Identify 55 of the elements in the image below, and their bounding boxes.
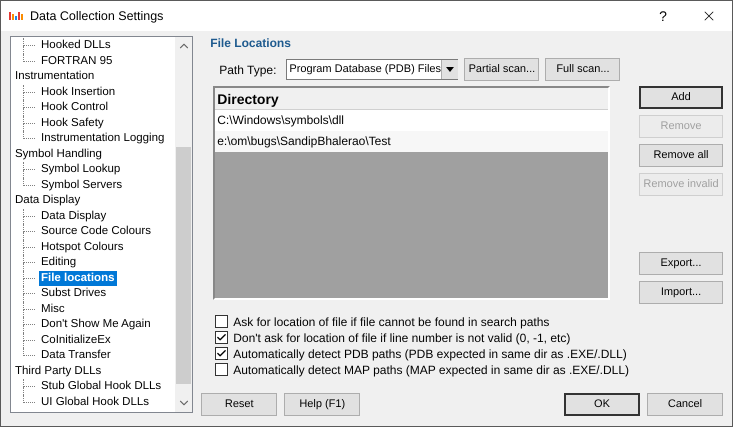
scan-button[interactable]: Partial scan... xyxy=(464,58,540,81)
tree-item[interactable]: Hook Safety xyxy=(39,116,106,131)
file-button[interactable]: Import... xyxy=(639,281,723,304)
option-label: Ask for location of file if file cannot be found in search paths xyxy=(233,314,550,330)
tree-item[interactable]: Hook Insertion xyxy=(39,84,118,100)
tree-item[interactable]: Subst Drives xyxy=(39,286,108,302)
check-icon xyxy=(216,332,228,343)
section-title: File Locations xyxy=(210,35,292,52)
tree-item[interactable]: Source Code Colours xyxy=(39,224,153,240)
scroll-thumb[interactable] xyxy=(176,147,192,384)
checkbox[interactable] xyxy=(215,363,228,376)
option-label: Automatically detect MAP paths (MAP expected in same dir as .EXE/.DLL) xyxy=(233,362,629,378)
caret-icon xyxy=(446,67,454,72)
tree-item[interactable]: Data Display xyxy=(39,208,108,224)
dialog-button[interactable]: Cancel xyxy=(647,392,723,416)
scan-button[interactable]: Full scan... xyxy=(545,58,620,81)
tree-item[interactable]: Symbol Servers xyxy=(39,178,124,193)
tree-item[interactable]: File locations xyxy=(39,270,116,286)
tree-item[interactable]: Instrumentation Logging xyxy=(39,131,166,146)
window-title: Data Collection Settings xyxy=(30,8,164,25)
tree-item[interactable]: Misc xyxy=(39,302,67,317)
table-cell[interactable]: e:\om\bugs\SandipBhalerao\Test xyxy=(215,131,608,152)
tree-item[interactable]: Third Party DLLs xyxy=(13,364,104,379)
dialog-button[interactable]: OK xyxy=(564,392,640,416)
tree-item[interactable]: Editing xyxy=(39,255,78,270)
path-type-label: Path Type: xyxy=(219,62,276,78)
table-cell[interactable]: C:\Windows\symbols\dll xyxy=(215,110,608,131)
footer-button[interactable]: Reset xyxy=(201,392,278,416)
tree-item[interactable]: Data Display xyxy=(13,193,82,208)
checkbox[interactable] xyxy=(215,331,228,344)
tree-item[interactable]: Hooked DLLs xyxy=(39,38,113,54)
file-button[interactable]: Export... xyxy=(639,252,723,275)
help-button[interactable]: ? xyxy=(640,1,686,31)
tree-item[interactable]: FORTRAN 95 xyxy=(39,54,114,69)
check-icon xyxy=(216,348,228,359)
tree-item[interactable]: Instrumentation xyxy=(13,69,96,84)
checkbox[interactable] xyxy=(215,315,228,328)
tree-item[interactable]: Hotspot Colours xyxy=(39,240,126,255)
scrollbar[interactable] xyxy=(175,37,192,412)
tree-item[interactable]: Hook Control xyxy=(39,100,110,116)
checkbox[interactable] xyxy=(215,347,228,360)
tree-item[interactable]: UI Global Hook DLLs xyxy=(39,394,152,410)
column-header[interactable]: Directory xyxy=(215,88,608,110)
option-label: Automatically detect PDB paths (PDB expected in same dir as .EXE/.DLL) xyxy=(233,346,627,362)
tree-item[interactable]: Data Transfer xyxy=(39,348,113,364)
list-button[interactable]: Add xyxy=(639,86,723,109)
footer-button[interactable]: Help (F1) xyxy=(284,392,360,416)
tree-item[interactable]: Symbol Lookup xyxy=(39,162,122,178)
tree-item[interactable]: CoInitializeEx xyxy=(39,332,113,348)
tree-item[interactable]: Don't Show Me Again xyxy=(39,317,153,332)
list-button[interactable]: Remove all xyxy=(639,144,723,167)
tree-item[interactable]: Symbol Handling xyxy=(13,146,104,162)
path-type-dropdown[interactable]: Program Database (PDB) Files xyxy=(286,59,458,80)
option-label: Don't ask for location of file if line number is not valid (0, -1, etc) xyxy=(233,330,570,346)
tree-item[interactable]: Stub Global Hook DLLs xyxy=(39,379,164,394)
